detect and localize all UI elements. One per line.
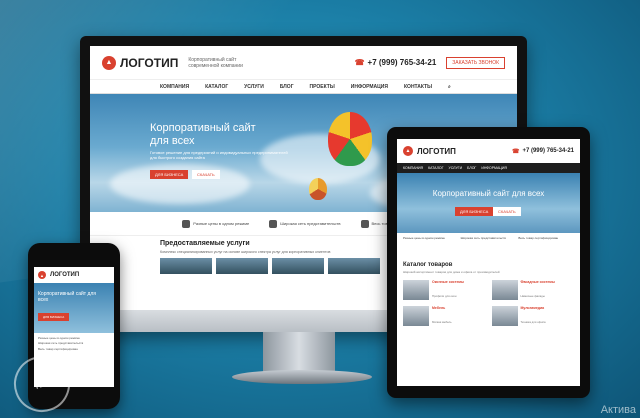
search-icon[interactable]: ⌕ — [448, 84, 451, 90]
feature-item: Широкая сеть представительств — [460, 236, 506, 240]
product-image — [403, 280, 429, 300]
catalog-item[interactable]: Мультимедиа Техника для офиса — [491, 306, 575, 328]
catalog-item[interactable]: Фасадные системы Навесные фасады — [491, 280, 575, 302]
site-header: ▲ ЛОГОТИП Корпоративный сайт современной… — [90, 46, 517, 80]
nav-item-company[interactable]: КОМПАНИЯ — [160, 84, 189, 90]
monitor-stand-foot — [232, 370, 372, 384]
product-image — [491, 280, 518, 300]
phone-hero: Корпоративный сайт для всех ДЛЯ БИЗНЕСА — [34, 283, 114, 333]
phone-feature-list: Разные цены в одном режиме Широкая сеть … — [34, 333, 114, 355]
hero-text: Готовое решение для предприятий и индиви… — [150, 150, 288, 161]
tablet-phone[interactable]: ☎ +7 (999) 765-34-21 — [512, 148, 574, 155]
hero-title: Корпоративный сайт для всех — [150, 122, 256, 148]
tablet-hero-primary-button[interactable]: ДЛЯ БИЗНЕСА — [455, 207, 494, 216]
hot-air-balloon — [328, 112, 372, 166]
price-icon — [182, 219, 191, 228]
tablet-features: Разные цены в одном режиме Широкая сеть … — [397, 233, 580, 259]
phone-icon: ☎ — [354, 58, 365, 67]
network-icon — [269, 219, 278, 228]
service-thumb[interactable] — [328, 258, 380, 274]
nav-item-services[interactable]: УСЛУГИ — [244, 84, 264, 90]
main-nav: КОМПАНИЯ КАТАЛОГ УСЛУГИ БЛОГ ПРОЕКТЫ ИНФ… — [90, 80, 517, 94]
service-thumb[interactable] — [272, 258, 324, 274]
nav-item-catalog[interactable]: КАТАЛОГ — [428, 166, 443, 170]
tablet-device: ▲ ЛОГОТИП ☎ +7 (999) 765-34-21 КОМПАНИЯ … — [387, 127, 590, 398]
nav-item-catalog[interactable]: КАТАЛОГ — [205, 84, 228, 90]
nav-item-company[interactable]: КОМПАНИЯ — [403, 166, 423, 170]
hero-primary-button[interactable]: ДЛЯ БИЗНЕСА — [150, 170, 189, 179]
phone-number: +7 (999) 765-34-21 — [522, 148, 574, 154]
phone-hero-title: Корпоративный сайт для всех — [38, 291, 96, 303]
phone-logo[interactable]: ▲ ЛОГОТИП — [38, 271, 79, 279]
catalog-title: Каталог товаров — [403, 262, 453, 268]
tablet-header: ▲ ЛОГОТИП ☎ +7 (999) 765-34-21 — [397, 139, 580, 163]
certificate-icon — [360, 219, 369, 228]
hero-secondary-button[interactable]: СКАЧАТЬ — [192, 170, 220, 179]
logo-mark-icon: ▲ — [403, 146, 413, 156]
nav-item-blog[interactable]: БЛОГ — [280, 84, 294, 90]
phone-number: +7 (999) 765-34-21 — [367, 58, 437, 67]
tablet-logo[interactable]: ▲ ЛОГОТИП — [403, 146, 456, 156]
service-thumb[interactable] — [160, 258, 212, 274]
logo-text: ЛОГОТИП — [417, 146, 456, 156]
nav-item-info[interactable]: ИНФОРМАЦИЯ — [481, 166, 507, 170]
nav-item-blog[interactable]: БЛОГ — [467, 166, 476, 170]
service-thumb[interactable] — [216, 258, 268, 274]
header-phone[interactable]: ☎ +7 (999) 765-34-21 — [355, 58, 437, 67]
site-logo[interactable]: ▲ ЛОГОТИП — [102, 55, 179, 70]
site-tagline: Корпоративный сайт современной компании — [188, 56, 243, 69]
nav-item-contacts[interactable]: КОНТАКТЫ — [404, 84, 432, 90]
feature-item: Разные цены в одном режиме — [403, 236, 445, 240]
catalog-item[interactable]: Мебель Мягкая мебель — [403, 306, 486, 328]
catalog-item[interactable]: Оконные системы Профили для окон — [403, 280, 486, 302]
logo-mark-icon: ▲ — [102, 55, 116, 70]
tablet-screen: ▲ ЛОГОТИП ☎ +7 (999) 765-34-21 КОМПАНИЯ … — [397, 139, 580, 386]
tablet-hero-secondary-button[interactable]: СКАЧАТЬ — [493, 207, 521, 216]
tablet-hero: Корпоративный сайт для всех ДЛЯ БИЗНЕСА … — [397, 173, 580, 233]
phone-hero-button[interactable]: ДЛЯ БИЗНЕСА — [38, 313, 70, 321]
logo-mark-icon: ▲ — [38, 271, 46, 279]
feature-item: Разные цены в одном режиме — [182, 219, 249, 228]
catalog-text: Широкий ассортимент товаров для дома и о… — [403, 270, 500, 274]
tablet-catalog: Каталог товаров Широкий ассортимент това… — [397, 259, 580, 331]
logo-text: ЛОГОТИП — [50, 272, 80, 278]
phone-icon: ☎ — [511, 148, 520, 155]
hot-air-balloon-small — [309, 178, 327, 200]
activation-watermark: Актива — [600, 404, 636, 416]
list-item: Весь товар сертифицирован — [38, 346, 78, 351]
call-button[interactable]: ЗАКАЗАТЬ ЗВОНОК — [446, 56, 505, 69]
phone-header: ▲ ЛОГОТИП — [34, 267, 114, 283]
tablet-hero-title: Корпоративный сайт для всех — [432, 189, 545, 198]
nav-item-info[interactable]: ИНФОРМАЦИЯ — [351, 84, 388, 90]
logo-text: ЛОГОТИП — [120, 55, 179, 70]
feature-item: Весь товар сертифицирован — [518, 236, 559, 240]
tablet-nav: КОМПАНИЯ КАТАЛОГ УСЛУГИ БЛОГ ИНФОРМАЦИЯ — [397, 163, 580, 173]
nav-item-projects[interactable]: ПРОЕКТЫ — [310, 84, 335, 90]
product-image — [491, 306, 518, 326]
product-image — [403, 306, 429, 326]
feature-item: Широкая сеть представительств — [269, 219, 341, 228]
nav-item-services[interactable]: УСЛУГИ — [449, 166, 463, 170]
catalog-grid: Оконные системы Профили для окон Фасадные… — [403, 280, 574, 328]
